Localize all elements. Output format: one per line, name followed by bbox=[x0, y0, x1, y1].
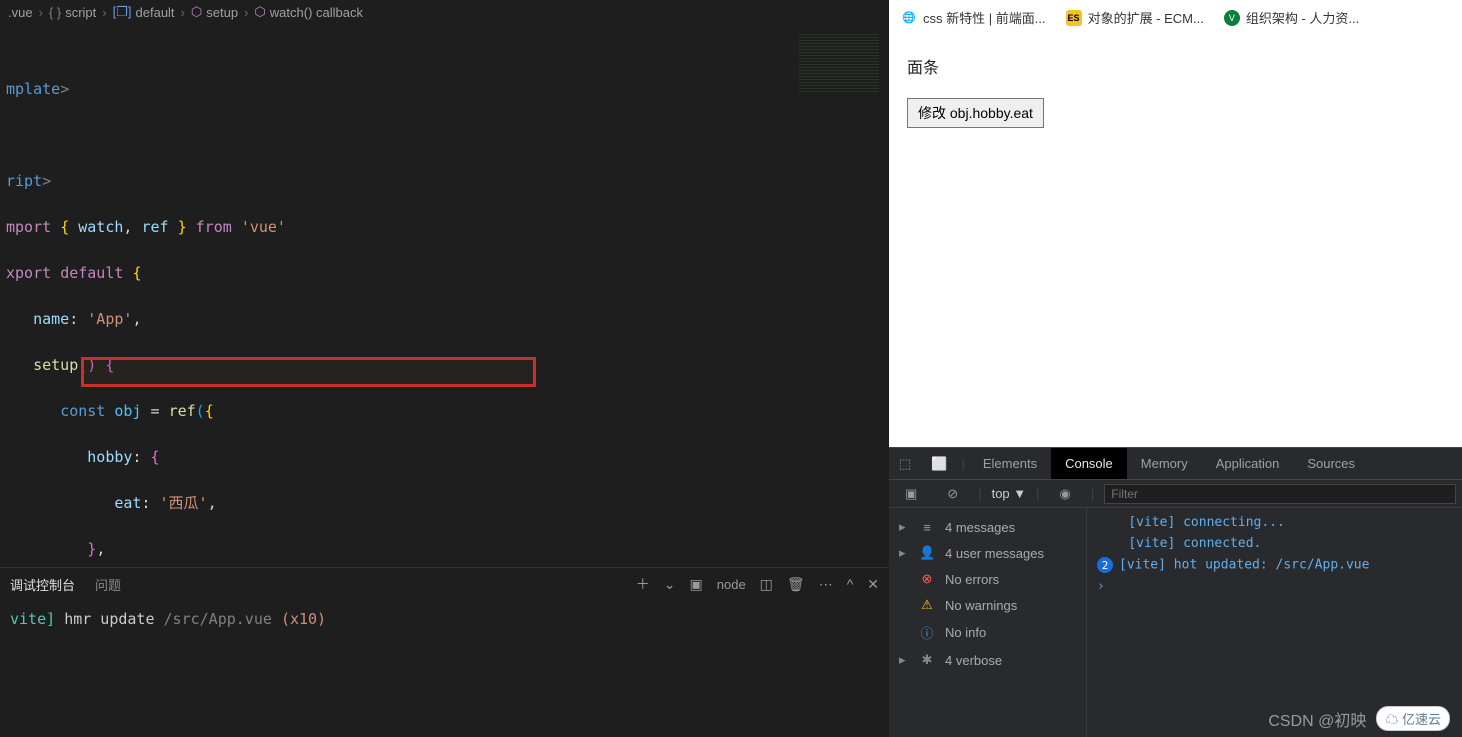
cube-icon: ⬡ bbox=[191, 4, 202, 20]
term-path: /src/App.vue bbox=[164, 610, 272, 628]
devtools-toolbar: ▣ ⊘ | top ▼ | ◉ | bbox=[889, 480, 1462, 508]
sidebar-item-label: 4 verbose bbox=[945, 653, 1002, 668]
device-icon[interactable]: ⬜ bbox=[921, 456, 957, 472]
watermark-csdn: CSDN @初映 bbox=[1268, 707, 1366, 731]
terminal-node-label: node bbox=[717, 577, 746, 592]
terminal-tabs: 调试控制台 问题 ＋ ⌄ ▣ node ◫ 🗑 ⋯ ^ ✕ bbox=[0, 568, 889, 600]
trash-icon[interactable]: 🗑 bbox=[787, 576, 805, 593]
watermark: CSDN @初映 ☁ 亿速云 bbox=[1268, 706, 1450, 731]
breadcrumb-setup[interactable]: setup bbox=[206, 5, 238, 20]
chevron-down-icon[interactable]: ⌄ bbox=[664, 576, 676, 593]
split-icon[interactable]: ◫ bbox=[760, 576, 773, 593]
devtools-panel: ⬚ ⬜ | Elements Console Memory Applicatio… bbox=[889, 447, 1462, 737]
page-text: 面条 bbox=[907, 54, 1444, 78]
console-log: [vite] connected. bbox=[1087, 533, 1462, 554]
tab-label: 组织架构 - 人力资... bbox=[1246, 8, 1359, 27]
sidebar-item-label: 4 user messages bbox=[945, 546, 1044, 561]
terminal-tab-problems[interactable]: 问题 bbox=[95, 575, 121, 594]
terminal-panel: 调试控制台 问题 ＋ ⌄ ▣ node ◫ 🗑 ⋯ ^ ✕ vite] hmr … bbox=[0, 567, 889, 737]
code-token: xport bbox=[6, 264, 51, 282]
plus-icon[interactable]: ＋ bbox=[636, 574, 650, 594]
browser-tab[interactable]: V 组织架构 - 人力资... bbox=[1218, 4, 1365, 31]
sidebar-item-label: No warnings bbox=[945, 598, 1017, 613]
breadcrumb-sep: › bbox=[244, 5, 248, 20]
sidebar-item-user[interactable]: ▸👤4 user messages bbox=[889, 540, 1086, 566]
es-icon: ES bbox=[1066, 10, 1082, 26]
v-icon: V bbox=[1224, 10, 1240, 26]
breadcrumb-default[interactable]: default bbox=[136, 5, 175, 20]
close-icon[interactable]: ✕ bbox=[867, 576, 879, 593]
tab-application[interactable]: Application bbox=[1202, 448, 1294, 479]
code-editor[interactable]: mplate> ript> mport { watch, ref } from … bbox=[0, 24, 889, 567]
breadcrumb-callback[interactable]: watch() callback bbox=[270, 5, 363, 20]
highlight-box bbox=[81, 357, 536, 387]
vscode-editor-pane: .vue › { } script › [❐] default › ⬡ setu… bbox=[0, 0, 889, 737]
tab-elements[interactable]: Elements bbox=[969, 448, 1051, 479]
breadcrumb-sep: › bbox=[181, 5, 185, 20]
devtools-tabs: ⬚ ⬜ | Elements Console Memory Applicatio… bbox=[889, 448, 1462, 480]
globe-icon: 🌐 bbox=[901, 10, 917, 26]
filter-input[interactable] bbox=[1104, 484, 1456, 504]
sidebar-item-label: No errors bbox=[945, 572, 999, 587]
term-text: hmr update bbox=[64, 610, 154, 628]
browser-tab-strip: 🌐 css 新特性 | 前端面... ES 对象的扩展 - ECM... V 组… bbox=[889, 0, 1462, 36]
code-token: mplate bbox=[6, 80, 60, 98]
tab-memory[interactable]: Memory bbox=[1127, 448, 1202, 479]
more-icon[interactable]: ⋯ bbox=[819, 576, 833, 593]
breadcrumb-script[interactable]: script bbox=[65, 5, 96, 20]
terminal-icon[interactable]: ▣ bbox=[690, 576, 703, 593]
terminal-output[interactable]: vite] hmr update /src/App.vue (x10) bbox=[0, 600, 889, 638]
tab-console[interactable]: Console bbox=[1051, 448, 1127, 479]
watermark-cloud: ☁ 亿速云 bbox=[1376, 706, 1450, 731]
tab-label: 对象的扩展 - ECM... bbox=[1088, 8, 1204, 27]
term-count: (x10) bbox=[281, 610, 326, 628]
module-icon: [❐] bbox=[113, 4, 132, 20]
browser-pane: 🌐 css 新特性 | 前端面... ES 对象的扩展 - ECM... V 组… bbox=[889, 0, 1462, 737]
browser-tab[interactable]: ES 对象的扩展 - ECM... bbox=[1060, 4, 1210, 31]
page-content: 面条 修改 obj.hobby.eat bbox=[889, 36, 1462, 447]
context-select[interactable]: top ▼ bbox=[992, 486, 1027, 501]
breadcrumb-sep: › bbox=[39, 5, 43, 20]
sidebar-icon[interactable]: ▣ bbox=[895, 486, 927, 502]
sidebar-item-errors[interactable]: ⊗No errors bbox=[889, 566, 1086, 592]
tab-label: css 新特性 | 前端面... bbox=[923, 8, 1046, 27]
clear-icon[interactable]: ⊘ bbox=[937, 486, 968, 502]
sidebar-item-messages[interactable]: ▸≡4 messages bbox=[889, 514, 1086, 540]
sidebar-item-info[interactable]: ⓘNo info bbox=[889, 618, 1086, 647]
sidebar-item-verbose[interactable]: ▸✱4 verbose bbox=[889, 647, 1086, 673]
cube-icon: ⬡ bbox=[254, 4, 265, 20]
sidebar-item-label: No info bbox=[945, 625, 986, 640]
breadcrumb[interactable]: .vue › { } script › [❐] default › ⬡ setu… bbox=[0, 0, 889, 24]
modify-button[interactable]: 修改 obj.hobby.eat bbox=[907, 98, 1044, 128]
console-log: 2[vite] hot updated: /src/App.vue bbox=[1087, 554, 1462, 576]
log-count-badge: 2 bbox=[1097, 557, 1113, 573]
sidebar-item-label: 4 messages bbox=[945, 520, 1015, 535]
console-output[interactable]: [vite] connecting... [vite] connected. 2… bbox=[1087, 508, 1462, 737]
code-token: ript bbox=[6, 172, 42, 190]
inspect-icon[interactable]: ⬚ bbox=[889, 456, 921, 472]
terminal-tab-debug[interactable]: 调试控制台 bbox=[10, 575, 75, 594]
term-tag: vite] bbox=[10, 610, 55, 628]
eye-icon[interactable]: ◉ bbox=[1050, 486, 1081, 502]
breadcrumb-file[interactable]: .vue bbox=[8, 5, 33, 20]
sidebar-item-warnings[interactable]: ⚠No warnings bbox=[889, 592, 1086, 618]
browser-tab[interactable]: 🌐 css 新特性 | 前端面... bbox=[895, 4, 1052, 31]
console-prompt[interactable]: › bbox=[1087, 576, 1462, 597]
breadcrumb-sep: › bbox=[102, 5, 106, 20]
minimap[interactable] bbox=[789, 24, 889, 144]
console-log: [vite] connecting... bbox=[1087, 512, 1462, 533]
tab-sources[interactable]: Sources bbox=[1293, 448, 1369, 479]
chevron-up-icon[interactable]: ^ bbox=[847, 576, 854, 592]
console-sidebar: ▸≡4 messages ▸👤4 user messages ⊗No error… bbox=[889, 508, 1087, 737]
code-token: mport bbox=[6, 218, 51, 236]
